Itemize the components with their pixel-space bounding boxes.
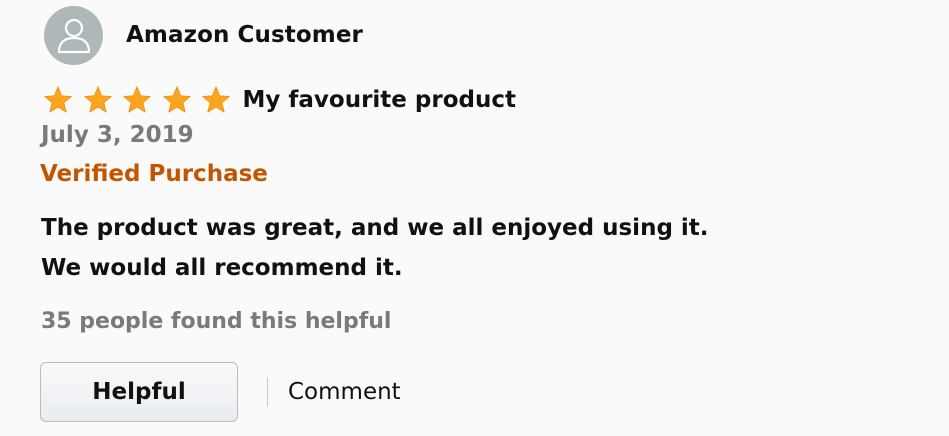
star-rating[interactable]: [43, 85, 241, 115]
review-title[interactable]: My favourite product: [243, 87, 516, 113]
review-date: July 3, 2019: [41, 122, 194, 148]
user-silhouette-icon: [57, 18, 90, 54]
comment-link[interactable]: Comment: [288, 379, 401, 405]
star-icon: [44, 86, 72, 113]
star-icon: [123, 86, 151, 113]
review-body-line: The product was great, and we all enjoye…: [41, 215, 709, 241]
helpful-count: 35 people found this helpful: [41, 309, 392, 334]
review-body: The product was great, and we all enjoye…: [41, 208, 709, 288]
star-icon: [162, 86, 191, 113]
verified-purchase-badge: Verified Purchase: [40, 161, 268, 187]
helpful-button[interactable]: Helpful: [40, 362, 238, 422]
review-body-line: We would all recommend it.: [41, 255, 403, 281]
review-actions: Helpful Comment: [40, 361, 401, 423]
action-divider: [267, 378, 268, 406]
star-icon: [202, 86, 230, 113]
avatar: [44, 5, 103, 65]
reviewer-profile[interactable]: Amazon Customer: [44, 5, 363, 65]
star-icon: [83, 86, 112, 113]
rating-row: My favourite product: [43, 84, 516, 116]
reviewer-name[interactable]: Amazon Customer: [126, 22, 363, 48]
customer-review: Amazon Customer My favourite product Jul…: [0, 0, 949, 436]
